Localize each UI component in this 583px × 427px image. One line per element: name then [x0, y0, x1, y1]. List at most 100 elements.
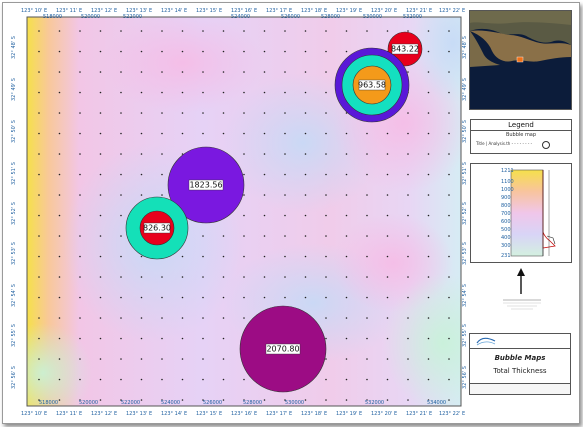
graticule-dot — [58, 214, 61, 217]
graticule-dot — [304, 173, 307, 176]
graticule-dot — [243, 317, 245, 319]
graticule-dot — [58, 30, 61, 32]
graticule-dot — [366, 378, 368, 381]
graticule-dot — [407, 194, 409, 196]
graticule-dot — [427, 235, 430, 237]
graticule-dot — [181, 337, 184, 340]
graticule-dot — [427, 337, 430, 340]
graticule-dot — [120, 30, 122, 32]
graticule-dot — [181, 112, 184, 114]
graticule-dot — [99, 50, 102, 53]
colorbar-graphic: 1211 1100 1000 900 800 700 600 500 400 3… — [501, 168, 556, 259]
right-lat-tick: 32° 54' S — [462, 284, 468, 307]
graticule-dot — [38, 71, 40, 73]
graticule-dot — [407, 235, 409, 237]
left-axis-labels: 32° 48' S 32° 49' S 32° 50' S 32° 51' S … — [11, 36, 17, 389]
bubble-label-963: 963.58 — [358, 81, 386, 90]
graticule-dot — [386, 317, 389, 319]
graticule-dot — [99, 71, 102, 73]
graticule-dot — [284, 132, 286, 135]
graticule-dot — [79, 358, 81, 360]
map-sheet: 843.22 963.58 1823.56 826.30 2070.80 123… — [2, 2, 580, 424]
graticule-dot — [284, 91, 286, 94]
graticule-dot — [427, 276, 430, 278]
inset-locator-map[interactable] — [469, 10, 572, 110]
bottom-lon-tick: 123° 22' E — [439, 411, 465, 417]
graticule-dot — [366, 317, 368, 319]
bubble-963[interactable]: 963.58 — [334, 47, 410, 123]
graticule-dot — [325, 255, 327, 258]
bottom-easting-tick: 524000 — [161, 400, 180, 406]
colorbar-tick: 800 — [501, 203, 511, 209]
graticule-dot — [222, 358, 225, 360]
top-easting-tick: 528000 — [321, 14, 340, 20]
bottom-lon-tick: 123° 15' E — [196, 411, 222, 417]
graticule-dot — [407, 132, 409, 135]
bottom-easting-tick: 532000 — [365, 400, 384, 406]
graticule-dot — [79, 91, 81, 94]
graticule-dot — [366, 214, 368, 217]
graticule-dot — [304, 91, 307, 94]
graticule-dot — [407, 112, 409, 114]
graticule-dot — [427, 378, 430, 381]
graticule-dot — [386, 132, 389, 135]
graticule-dot — [202, 255, 204, 258]
bottom-lon-tick: 123° 14' E — [161, 411, 187, 417]
bubble-826[interactable]: 826.30 — [125, 196, 189, 260]
graticule-dot — [284, 30, 286, 32]
graticule-dot — [448, 112, 450, 114]
graticule-dot — [366, 30, 368, 32]
graticule-dot — [386, 153, 389, 155]
graticule-dot — [222, 337, 225, 340]
graticule-dot — [304, 50, 307, 53]
graticule-dot — [263, 173, 266, 176]
graticule-dot — [243, 194, 245, 196]
graticule-dot — [58, 337, 61, 340]
graticule-dot — [304, 132, 307, 135]
graticule-dot — [304, 399, 307, 401]
graticule-dot — [263, 235, 266, 237]
graticule-dot — [58, 276, 61, 278]
bubble-label-843: 843.22 — [391, 45, 419, 54]
graticule-dot — [345, 153, 348, 155]
graticule-dot — [222, 235, 225, 237]
graticule-dot — [58, 194, 61, 196]
graticule-dot — [58, 378, 61, 381]
graticule-dot — [202, 317, 204, 319]
graticule-dot — [263, 50, 266, 53]
graticule-dot — [345, 337, 348, 340]
graticule-dot — [407, 337, 409, 340]
top-easting-tick: 524000 — [231, 14, 250, 20]
graticule-dot — [38, 30, 40, 32]
graticule-dot — [366, 235, 368, 237]
graticule-dot — [243, 112, 245, 114]
graticule-dot — [325, 296, 327, 299]
graticule-dot — [79, 153, 81, 155]
graticule-dot — [79, 235, 81, 237]
graticule-dot — [284, 194, 286, 196]
graticule-dot — [325, 358, 327, 360]
graticule-dot — [99, 173, 102, 176]
graticule-dot — [407, 276, 409, 278]
graticule-dot — [161, 276, 163, 278]
graticule-dot — [222, 71, 225, 73]
graticule-dot — [161, 112, 163, 114]
graticule-dot — [99, 153, 102, 155]
graticule-dot — [325, 153, 327, 155]
graticule-dot — [263, 71, 266, 73]
graticule-dot — [38, 337, 40, 340]
graticule-dot — [38, 91, 40, 94]
graticule-dot — [79, 214, 81, 217]
graticule-dot — [243, 276, 245, 278]
graticule-dot — [120, 112, 122, 114]
graticule-dot — [120, 296, 122, 299]
bubble-2070[interactable]: 2070.80 — [239, 305, 327, 393]
graticule-dot — [38, 50, 40, 53]
graticule-dot — [181, 255, 184, 258]
graticule-dot — [386, 194, 389, 196]
graticule-dot — [407, 296, 409, 299]
graticule-dot — [120, 276, 122, 278]
graticule-dot — [79, 337, 81, 340]
graticule-dot — [345, 50, 348, 53]
graticule-dot — [58, 50, 61, 53]
